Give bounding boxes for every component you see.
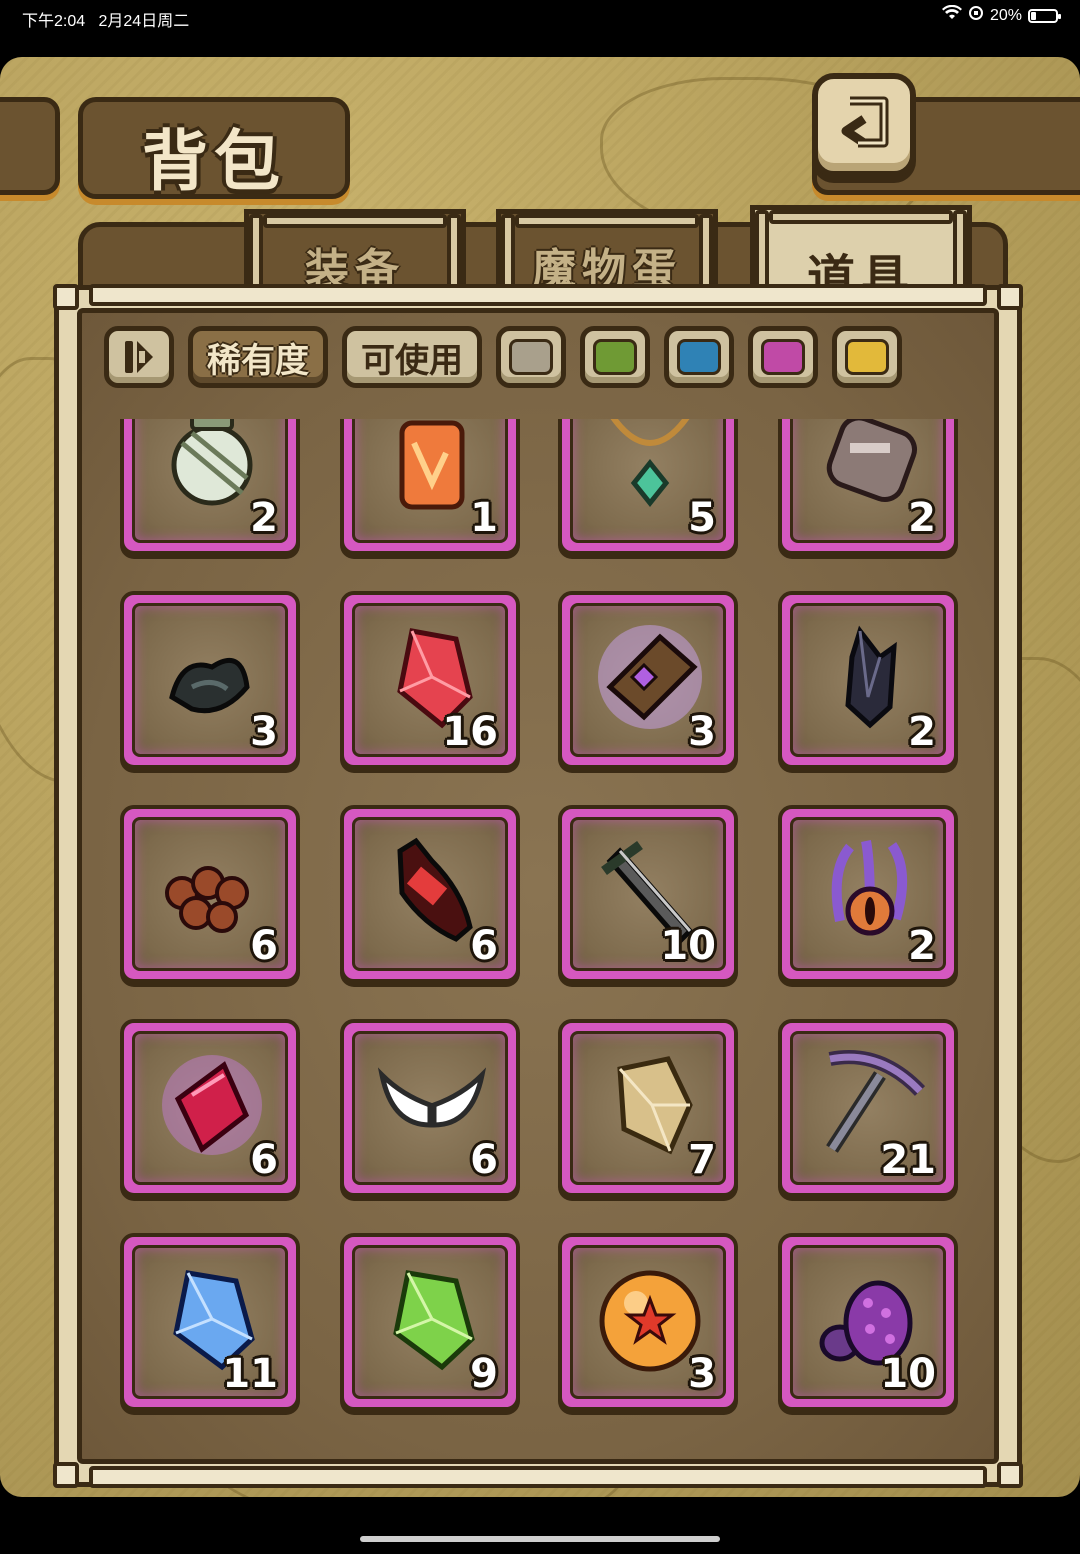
item-slot[interactable]: 21 [778,1019,958,1197]
item-slot[interactable]: 3 [558,1233,738,1411]
wifi-icon [941,4,962,26]
item-count: 21 [880,1137,936,1183]
item-count: 9 [470,1351,498,1397]
item-slot[interactable]: 9 [340,1233,520,1411]
item-slot[interactable]: 3 [558,591,738,769]
item-slot[interactable]: 2 [120,419,300,555]
item-count: 10 [880,1351,936,1397]
item-slot[interactable]: 7 [558,1019,738,1197]
rarity-filter-button[interactable]: 稀有度 [188,326,328,388]
item-count: 6 [470,923,498,969]
color-filter-green[interactable] [580,326,650,388]
item-slot[interactable]: 10 [558,805,738,983]
item-slot[interactable]: 5 [558,419,738,555]
item-count: 2 [908,709,936,755]
panel-corner [997,284,1023,310]
item-slot[interactable]: 6 [340,805,520,983]
filter-bar: 稀有度 可使用 [104,325,902,389]
panel-frame-bottom [89,1466,987,1488]
color-filter-gold[interactable] [832,326,902,388]
item-count: 2 [250,495,278,541]
header-bar-left [0,97,60,195]
item-slot[interactable]: 2 [778,591,958,769]
back-button[interactable] [812,73,916,177]
item-count: 2 [908,495,936,541]
home-indicator[interactable] [360,1536,720,1542]
orientation-lock-icon [968,5,984,26]
game-screen: 背包 装备 魔物蛋 道具 稀有度 可使用 2 1 5 2 3 16 3 2 6 … [0,57,1080,1497]
item-count: 6 [470,1137,498,1183]
item-slot[interactable]: 11 [120,1233,300,1411]
item-count: 3 [688,709,716,755]
color-filter-purple[interactable] [748,326,818,388]
status-bar: 下午2:04 2月24日周二 20% [0,0,1080,34]
battery-percent: 20% [989,6,1022,24]
purple-swatch [761,339,805,375]
item-count: 3 [250,709,278,755]
battery-icon [1028,8,1061,23]
item-slot[interactable]: 2 [778,805,958,983]
status-time: 下午2:04 2月24日周二 [22,13,190,30]
item-grid: 2 1 5 2 3 16 3 2 6 6 10 2 6 6 7 21 11 9 … [120,419,960,1419]
gold-swatch [845,339,889,375]
title-plate: 背包 [78,97,350,200]
sort-icon [125,341,153,373]
item-count: 11 [222,1351,278,1397]
blue-swatch [677,339,721,375]
item-slot[interactable]: 2 [778,419,958,555]
item-count: 6 [250,923,278,969]
sort-toggle-button[interactable] [104,326,174,388]
item-count: 5 [688,495,716,541]
item-slot[interactable]: 3 [120,591,300,769]
item-slot[interactable]: 6 [340,1019,520,1197]
item-slot[interactable]: 1 [340,419,520,555]
status-right: 20% [941,4,1061,26]
item-count: 3 [688,1351,716,1397]
item-slot[interactable]: 10 [778,1233,958,1411]
color-filter-gray[interactable] [496,326,566,388]
green-swatch [593,339,637,375]
item-count: 2 [908,923,936,969]
panel-frame-top [89,284,987,306]
gray-swatch [509,339,553,375]
item-slot[interactable]: 6 [120,1019,300,1197]
item-count: 6 [250,1137,278,1183]
item-count: 16 [442,709,498,755]
item-slot[interactable]: 16 [340,591,520,769]
item-count: 10 [660,923,716,969]
color-filter-blue[interactable] [664,326,734,388]
usable-filter-button[interactable]: 可使用 [342,326,482,388]
item-count: 1 [470,495,498,541]
page-title: 背包 [142,123,286,200]
panel-corner [53,284,79,310]
panel-corner [53,1462,79,1488]
panel-corner [997,1462,1023,1488]
item-slot[interactable]: 6 [120,805,300,983]
item-count: 7 [688,1137,716,1183]
return-arrow-icon [841,96,889,148]
